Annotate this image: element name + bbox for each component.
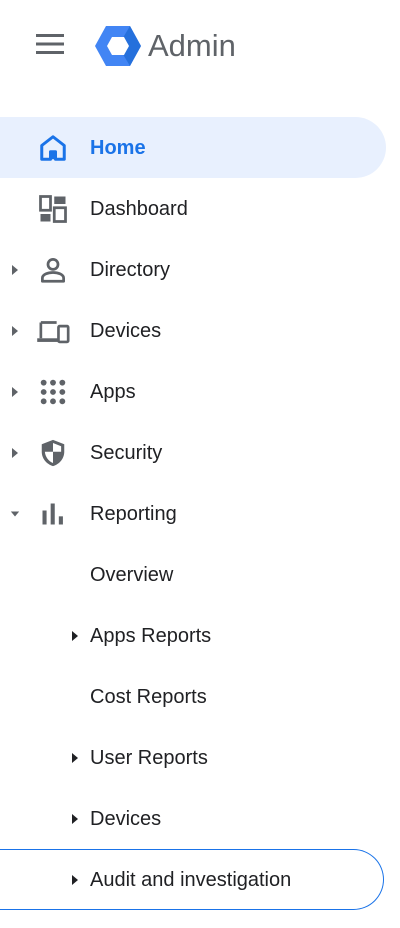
person-icon xyxy=(36,253,70,287)
caret-right-icon[interactable] xyxy=(70,874,80,886)
sidebar-item-label: Reporting xyxy=(90,502,177,525)
sidebar-subitem-label: Audit and investigation xyxy=(90,868,292,891)
sidebar-subitem-overview[interactable]: Overview xyxy=(0,544,400,605)
sidebar-item-label: Devices xyxy=(90,319,162,342)
caret-down-icon[interactable] xyxy=(10,508,20,520)
sidebar-item-label: Apps xyxy=(90,380,136,403)
sidebar-item-label: Directory xyxy=(90,258,171,281)
admin-logo-icon[interactable] xyxy=(94,24,142,68)
sidebar-item-dashboard[interactable]: Dashboard xyxy=(0,178,400,239)
sidebar-subitem-user-reports[interactable]: User Reports xyxy=(0,727,400,788)
shield-icon xyxy=(36,436,70,470)
sidebar-item-reporting[interactable]: Reporting xyxy=(0,483,400,544)
sidebar-subitem-label: Devices xyxy=(90,807,162,830)
caret-right-icon[interactable] xyxy=(10,264,20,276)
sidebar-item-label: Security xyxy=(90,441,163,464)
sidebar-item-security[interactable]: Security xyxy=(0,422,400,483)
caret-right-icon[interactable] xyxy=(10,447,20,459)
caret-right-icon[interactable] xyxy=(10,386,20,398)
admin-app: Admin Home Dashboard Directory Devices A… xyxy=(0,0,400,928)
header: Admin xyxy=(0,0,400,90)
menu-icon xyxy=(36,34,64,54)
sidebar-subitem-devices[interactable]: Devices xyxy=(0,788,400,849)
sidebar-subitem-audit-and-investigation[interactable]: Audit and investigation xyxy=(0,849,384,910)
devices-icon xyxy=(36,314,70,348)
sidebar-item-directory[interactable]: Directory xyxy=(0,239,400,300)
sidebar-subitem-label: User Reports xyxy=(90,746,208,769)
app-title: Admin xyxy=(148,28,236,63)
sidebar-subitem-cost-reports[interactable]: Cost Reports xyxy=(0,666,400,727)
sidebar-subitem-label: Cost Reports xyxy=(90,685,207,708)
dashboard-icon xyxy=(36,192,70,226)
bar-chart-icon xyxy=(36,497,70,531)
menu-button[interactable] xyxy=(30,24,70,64)
caret-right-icon[interactable] xyxy=(70,630,80,642)
sidebar-nav: Home Dashboard Directory Devices Apps Se… xyxy=(0,117,400,910)
caret-right-icon[interactable] xyxy=(10,325,20,337)
sidebar-item-label: Dashboard xyxy=(90,197,188,220)
sidebar-subitem-apps-reports[interactable]: Apps Reports xyxy=(0,605,400,666)
caret-right-icon[interactable] xyxy=(70,813,80,825)
sidebar-item-apps[interactable]: Apps xyxy=(0,361,400,422)
sidebar-item-label: Home xyxy=(90,136,146,159)
home-icon xyxy=(36,131,70,165)
sidebar-subitem-label: Overview xyxy=(90,563,174,586)
caret-right-icon[interactable] xyxy=(70,752,80,764)
apps-grid-icon xyxy=(36,375,70,409)
sidebar-item-devices[interactable]: Devices xyxy=(0,300,400,361)
sidebar-item-home[interactable]: Home xyxy=(0,117,386,178)
sidebar-subitem-label: Apps Reports xyxy=(90,624,212,647)
